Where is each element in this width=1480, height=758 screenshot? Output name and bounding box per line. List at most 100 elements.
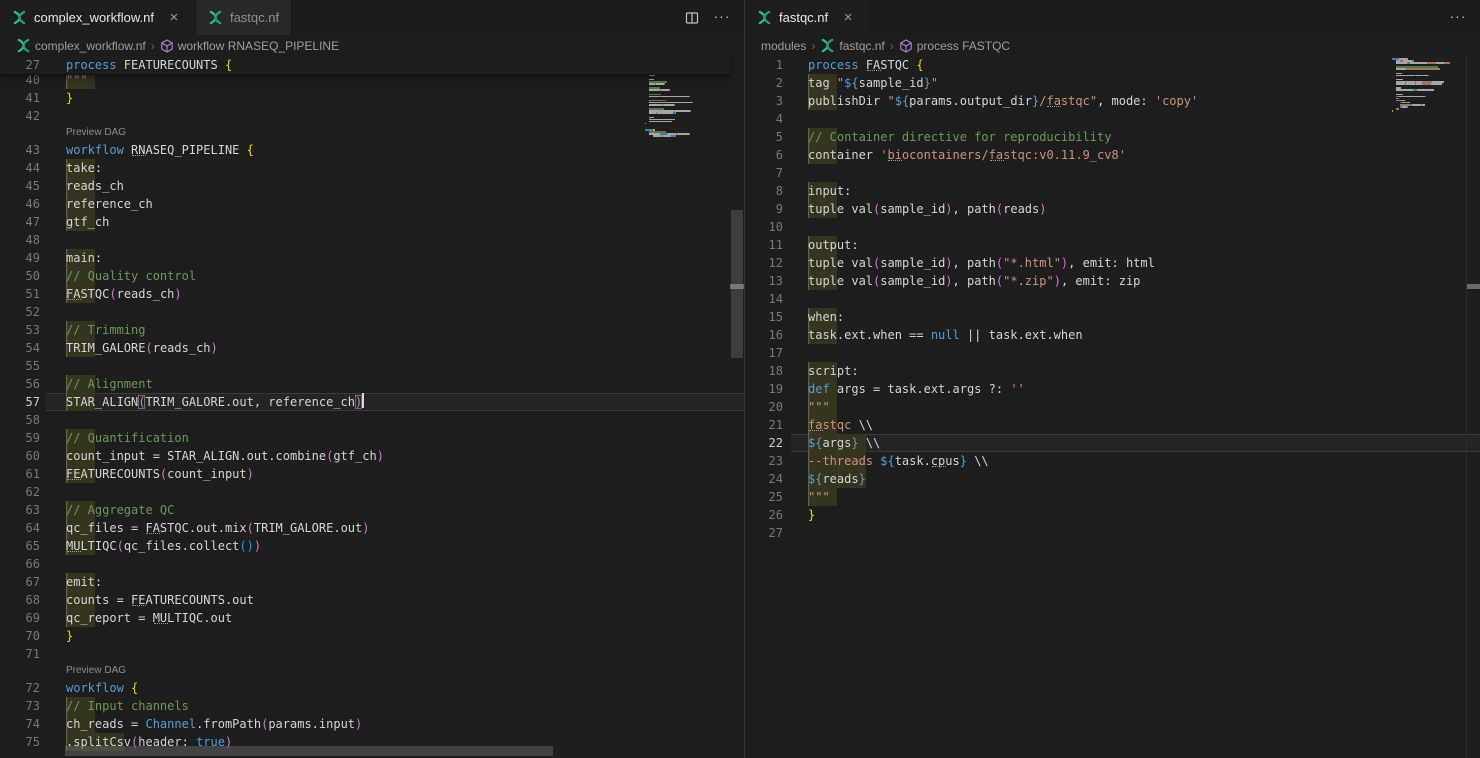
line-number: 24 bbox=[745, 470, 783, 488]
code-token: take: bbox=[66, 161, 102, 175]
editor-group-left: complex_workflow.nf × fastqc.nf ··· complex… bbox=[0, 0, 744, 758]
code-lines: 1process FASTQC {2tag "${sample_id}"3pub… bbox=[745, 56, 1480, 542]
editor-actions: ··· bbox=[1446, 0, 1480, 35]
nextflow-file-icon bbox=[12, 10, 27, 25]
breadcrumb-item[interactable]: workflow RNASEQ_PIPELINE bbox=[160, 39, 339, 53]
scrollbar-thumb[interactable] bbox=[65, 746, 553, 756]
code-line: 42 bbox=[0, 107, 744, 125]
code-text: take: bbox=[66, 159, 102, 177]
code-line: 55 bbox=[0, 357, 744, 375]
code-token: ( bbox=[145, 341, 152, 355]
code-token: ( bbox=[109, 287, 116, 301]
code-token: counts = bbox=[66, 593, 131, 607]
code-editor-right[interactable]: 1process FASTQC {2tag "${sample_id}"3pub… bbox=[745, 56, 1480, 758]
code-token: process bbox=[66, 58, 117, 72]
code-token: qc_files = bbox=[66, 521, 145, 535]
code-token: } bbox=[924, 76, 931, 90]
code-token: input: bbox=[808, 184, 851, 198]
code-token: ) bbox=[945, 256, 952, 270]
code-token: " bbox=[931, 76, 938, 90]
tab-label: complex_workflow.nf bbox=[34, 10, 154, 25]
breadcrumb-item[interactable]: process FASTQC bbox=[899, 39, 1010, 53]
code-token: , emit: zip bbox=[1061, 274, 1140, 288]
horizontal-scrollbar[interactable] bbox=[0, 746, 730, 757]
code-token: qc_files.collect bbox=[124, 539, 240, 553]
code-token: ) bbox=[1054, 274, 1061, 288]
line-number: 9 bbox=[745, 200, 783, 218]
code-text: // Input channels bbox=[66, 697, 189, 715]
vertical-scrollbar[interactable] bbox=[730, 56, 744, 758]
line-number: 14 bbox=[745, 290, 783, 308]
code-token: ${ bbox=[808, 436, 822, 450]
code-token: count_input = STAR_ALIGN.out.combine bbox=[66, 449, 326, 463]
line-number: 8 bbox=[745, 182, 783, 200]
code-text: // Quantification bbox=[66, 429, 189, 447]
code-comment: // Input channels bbox=[66, 699, 189, 713]
line-number: 27 bbox=[745, 524, 783, 542]
code-text: publishDir "${params.output_dir}/fastqc"… bbox=[808, 92, 1198, 110]
code-token: def bbox=[808, 382, 830, 396]
code-token: """ bbox=[66, 73, 88, 87]
codelens-preview-dag[interactable]: Preview DAG bbox=[0, 125, 744, 141]
code-text: qc_report = MULTIQC.out bbox=[66, 609, 232, 627]
line-number: 66 bbox=[0, 555, 40, 573]
nextflow-file-icon bbox=[208, 10, 223, 25]
code-text: count_input = STAR_ALIGN.out.combine(gtf… bbox=[66, 447, 384, 465]
code-editor-left[interactable]: 40"""41}42Preview DAG43workflow RNASEQ_P… bbox=[0, 56, 744, 758]
code-line: 71 bbox=[0, 645, 744, 663]
minimap[interactable] bbox=[1392, 58, 1460, 115]
code-token: sample_id bbox=[880, 256, 945, 270]
codelens-preview-dag[interactable]: Preview DAG bbox=[0, 663, 744, 679]
code-token: RNASEQ_PIPELINE bbox=[131, 143, 239, 157]
breadcrumb-item[interactable]: modules bbox=[761, 39, 806, 53]
code-token: ) bbox=[174, 287, 181, 301]
code-token: tuple val bbox=[808, 202, 873, 216]
code-text: ch_reads = Channel.fromPath(params.input… bbox=[66, 715, 362, 733]
code-token: } bbox=[859, 472, 866, 486]
code-token: ${ bbox=[880, 454, 894, 468]
code-text: ${reads} bbox=[808, 470, 866, 488]
breadcrumb-item[interactable]: complex_workflow.nf bbox=[16, 38, 146, 53]
breadcrumb-label: complex_workflow.nf bbox=[35, 39, 146, 53]
line-number: 60 bbox=[0, 447, 40, 465]
code-token: .fromPath bbox=[196, 717, 261, 731]
tab-close-icon[interactable]: × bbox=[165, 9, 183, 27]
tab-fastqc.nf[interactable]: fastqc.nf bbox=[196, 0, 292, 35]
code-token: } bbox=[66, 629, 73, 643]
line-number: 22 bbox=[745, 434, 783, 452]
overview-ruler-border bbox=[1466, 56, 1467, 758]
code-text: workflow RNASEQ_PIPELINE { bbox=[66, 141, 254, 159]
code-line: 5// Container directive for reproducibil… bbox=[745, 128, 1480, 146]
code-text: tuple val(sample_id), path(reads) bbox=[808, 200, 1046, 218]
code-line: 49main: bbox=[0, 249, 744, 267]
code-token: sample_id bbox=[859, 76, 924, 90]
code-token: publishDir bbox=[808, 94, 887, 108]
more-actions-button[interactable]: ··· bbox=[710, 6, 734, 30]
code-token: TRIM_GALORE.out, reference_ch bbox=[145, 395, 355, 409]
ellipsis-icon: ··· bbox=[1450, 8, 1467, 24]
line-number: 50 bbox=[0, 267, 40, 285]
code-text: """ bbox=[808, 488, 830, 506]
code-line: 11output: bbox=[745, 236, 1480, 254]
breadcrumb-item[interactable]: fastqc.nf bbox=[820, 38, 884, 53]
more-actions-button[interactable]: ··· bbox=[1446, 6, 1470, 30]
code-text: } bbox=[66, 89, 73, 107]
code-line: 10 bbox=[745, 218, 1480, 236]
code-token: workflow bbox=[66, 681, 124, 695]
tab-complex_workflow.nf[interactable]: complex_workflow.nf × bbox=[0, 0, 196, 35]
line-number: 62 bbox=[0, 483, 40, 501]
current-line: 57STAR_ALIGN(TRIM_GALORE.out, reference_… bbox=[0, 393, 744, 411]
code-token: sample_id bbox=[880, 274, 945, 288]
split-editor-button[interactable] bbox=[680, 6, 704, 30]
code-token: ${ bbox=[895, 94, 909, 108]
tab-close-icon[interactable]: × bbox=[839, 9, 857, 27]
tab-fastqc.nf[interactable]: fastqc.nf× bbox=[745, 0, 870, 35]
sticky-scroll-line[interactable]: 27process FEATURECOUNTS { bbox=[0, 56, 730, 75]
code-line: 25""" bbox=[745, 488, 1480, 506]
vertical-scrollbar[interactable] bbox=[1466, 56, 1480, 758]
code-token: reads_ch bbox=[66, 179, 124, 193]
code-token: gtf_ch bbox=[333, 449, 376, 463]
breadcrumb-label: modules bbox=[761, 39, 806, 53]
code-text: script: bbox=[808, 362, 859, 380]
tab-bar-left: complex_workflow.nf × fastqc.nf ··· bbox=[0, 0, 744, 35]
